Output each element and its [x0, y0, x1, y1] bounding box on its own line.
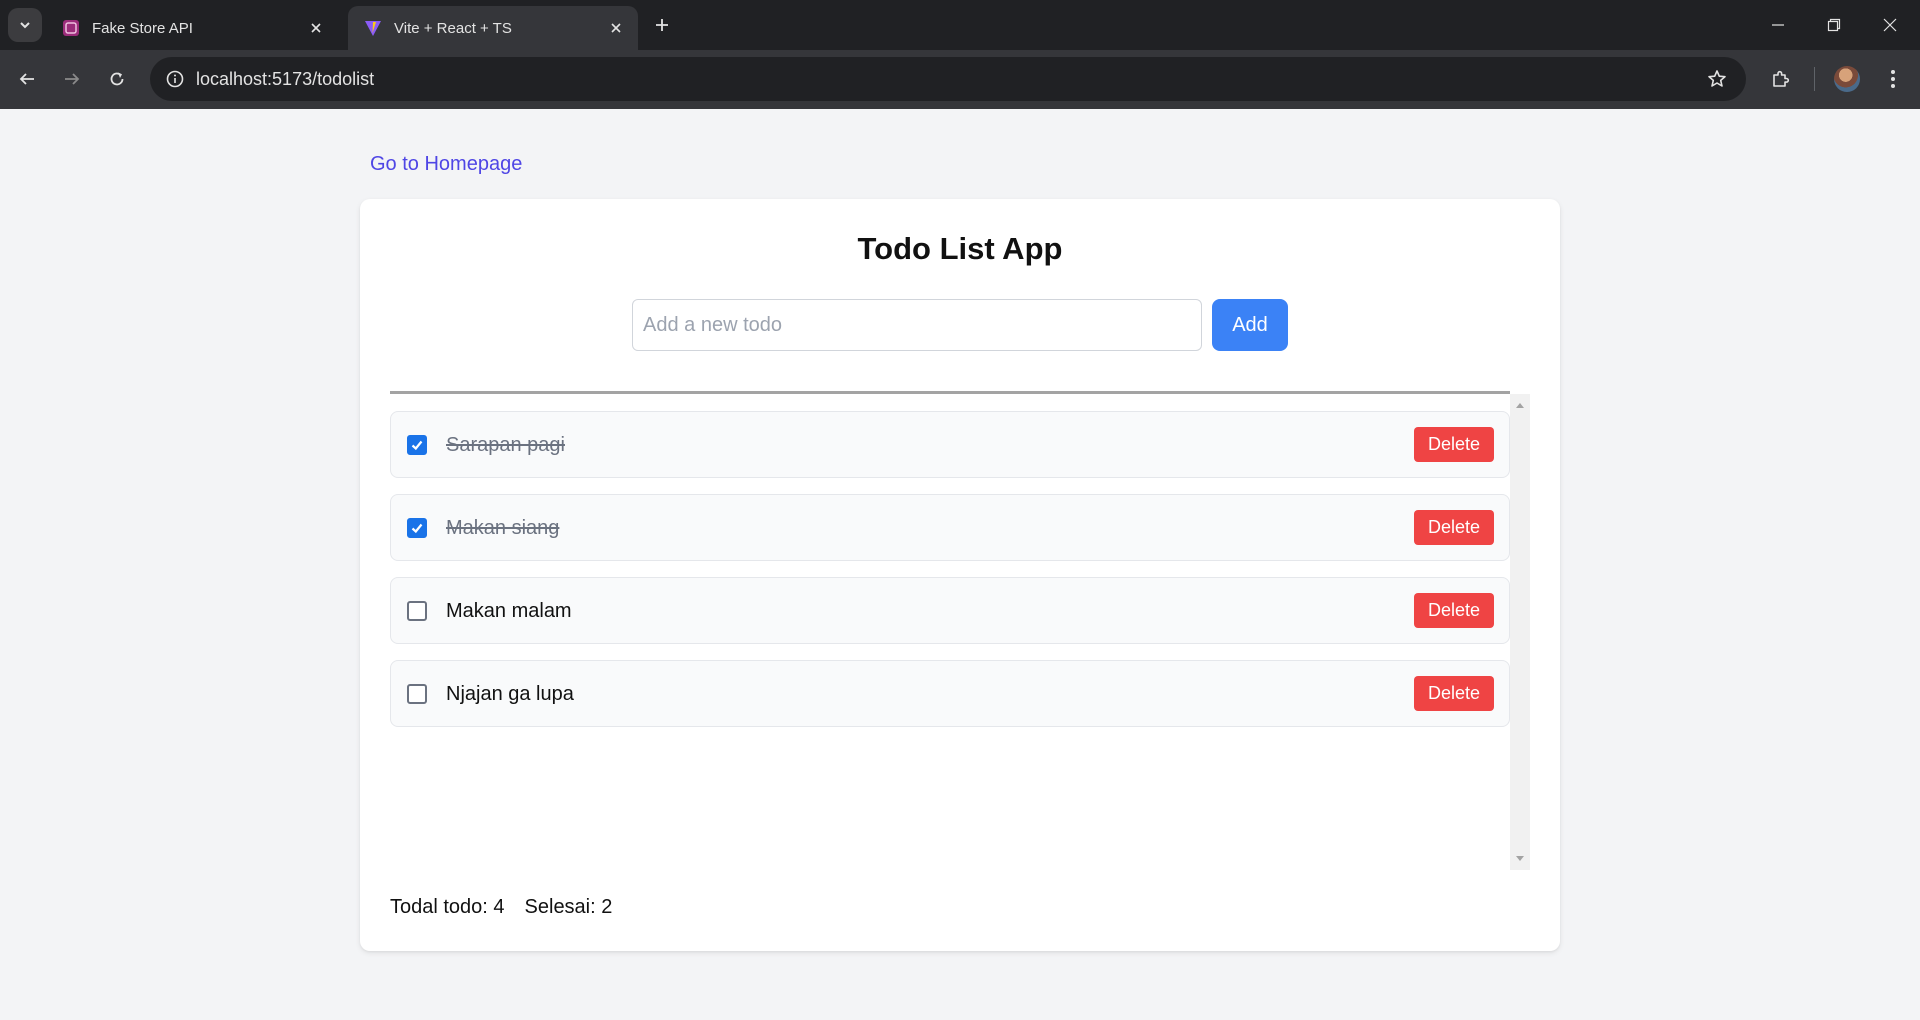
- more-vertical-icon: [1891, 70, 1895, 88]
- minimize-icon: [1772, 24, 1784, 26]
- star-icon: [1708, 70, 1726, 87]
- url-text: localhost:5173/todolist: [196, 69, 375, 89]
- scroll-up-button[interactable]: [1510, 396, 1530, 414]
- bookmark-button[interactable]: [1704, 66, 1730, 92]
- todo-text: Njajan ga lupa: [446, 683, 574, 705]
- profile-avatar[interactable]: [1834, 66, 1860, 92]
- browser-toolbar: localhost:5173/todolist: [0, 50, 1920, 109]
- restore-icon: [1827, 18, 1841, 32]
- back-button[interactable]: [10, 62, 44, 96]
- reload-button[interactable]: [100, 62, 134, 96]
- go-to-homepage-link[interactable]: Go to Homepage: [370, 153, 522, 176]
- checkmark-icon: [411, 440, 423, 451]
- todo-item: Makan malam Delete: [390, 577, 1510, 644]
- page-title: Todo List App: [857, 231, 1063, 266]
- minimize-button[interactable]: [1750, 0, 1806, 50]
- add-todo-button[interactable]: Add: [1212, 299, 1288, 351]
- total-todo-count: Todal todo: 4: [390, 896, 505, 918]
- toolbar-separator: [1814, 67, 1815, 91]
- todo-checkbox[interactable]: [407, 435, 427, 455]
- chevron-down-icon: [20, 22, 30, 29]
- close-tab-button[interactable]: [604, 16, 628, 40]
- tab-search-button[interactable]: [8, 8, 42, 42]
- close-window-button[interactable]: [1862, 0, 1918, 50]
- todo-list[interactable]: Sarapan pagi Delete Makan siang Delete M…: [390, 394, 1510, 870]
- site-info-button[interactable]: [160, 64, 190, 94]
- new-todo-input[interactable]: [632, 299, 1202, 351]
- delete-todo-button[interactable]: Delete: [1414, 510, 1494, 545]
- tab-fake-store-api[interactable]: Fake Store API: [46, 6, 338, 50]
- fakestore-favicon-icon: [63, 20, 79, 36]
- todo-text: Makan siang: [446, 517, 560, 539]
- list-scrollbar[interactable]: [1510, 394, 1530, 870]
- todo-checkbox[interactable]: [407, 601, 427, 621]
- todo-item: Makan siang Delete: [390, 494, 1510, 561]
- triangle-down-icon: [1516, 856, 1524, 861]
- todo-item: Njajan ga lupa Delete: [390, 660, 1510, 727]
- completed-todo-count: Selesai: 2: [524, 896, 613, 918]
- tab-vite-react-ts[interactable]: Vite + React + TS: [348, 6, 638, 50]
- todo-text: Makan malam: [446, 600, 572, 622]
- tab-title: Vite + React + TS: [394, 19, 512, 37]
- todo-checkbox[interactable]: [407, 684, 427, 704]
- close-icon: [1883, 18, 1897, 32]
- tab-strip: Fake Store API Vite + React + TS: [0, 0, 1920, 50]
- new-tab-button[interactable]: [648, 11, 676, 39]
- todo-stats: Todal todo: 4 Selesai: 2: [390, 896, 612, 919]
- puzzle-icon: [1773, 70, 1790, 87]
- forward-button[interactable]: [55, 62, 89, 96]
- todo-text: Sarapan pagi: [446, 434, 565, 456]
- delete-todo-button[interactable]: Delete: [1414, 593, 1494, 628]
- vite-favicon-icon: [365, 21, 381, 36]
- todo-item: Sarapan pagi Delete: [390, 411, 1510, 478]
- restore-button[interactable]: [1806, 0, 1862, 50]
- address-bar[interactable]: localhost:5173/todolist: [150, 57, 1746, 101]
- tab-title: Fake Store API: [92, 19, 193, 37]
- todo-card: Todo List App Add Sarapan pagi Delete Ma…: [360, 199, 1560, 951]
- delete-todo-button[interactable]: Delete: [1414, 427, 1494, 462]
- info-icon: [166, 70, 184, 88]
- arrow-right-icon: [65, 73, 80, 85]
- checkmark-icon: [411, 523, 423, 534]
- arrow-left-icon: [19, 73, 34, 85]
- extensions-button[interactable]: [1764, 62, 1798, 96]
- close-tab-button[interactable]: [304, 16, 328, 40]
- delete-todo-button[interactable]: Delete: [1414, 676, 1494, 711]
- close-icon: [611, 23, 621, 33]
- close-icon: [311, 23, 321, 33]
- plus-icon: [656, 19, 668, 31]
- menu-button[interactable]: [1876, 62, 1910, 96]
- todo-checkbox[interactable]: [407, 518, 427, 538]
- reload-icon: [110, 72, 124, 86]
- scroll-down-button[interactable]: [1510, 850, 1530, 868]
- triangle-up-icon: [1516, 403, 1524, 408]
